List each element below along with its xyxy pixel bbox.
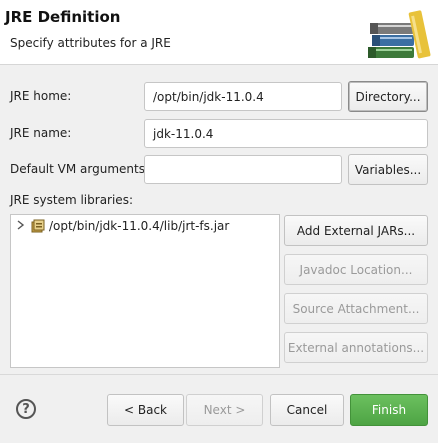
jre-name-label: JRE name: [10, 126, 72, 140]
jre-home-field[interactable]: /opt/bin/jdk-11.0.4 [144, 82, 342, 111]
directory-button[interactable]: Directory... [348, 81, 428, 112]
tree-item[interactable]: /opt/bin/jdk-11.0.4/lib/jrt-fs.jar [17, 219, 229, 233]
jre-books-icon [366, 9, 432, 61]
variables-button[interactable]: Variables... [348, 154, 428, 185]
footer-divider [0, 374, 438, 375]
external-annotations-button[interactable]: External annotations... [284, 332, 428, 363]
vm-arguments-label: Default VM arguments: [10, 162, 150, 176]
next-button[interactable]: Next > [186, 394, 263, 426]
cancel-button[interactable]: Cancel [270, 394, 344, 426]
help-icon[interactable]: ? [16, 399, 36, 419]
finish-button[interactable]: Finish [350, 394, 428, 426]
vm-arguments-field[interactable] [144, 155, 342, 184]
header-divider [0, 64, 438, 65]
source-attachment-button[interactable]: Source Attachment... [284, 293, 428, 324]
jre-home-label: JRE home: [10, 89, 72, 103]
system-libraries-label: JRE system libraries: [10, 193, 133, 207]
jre-name-field[interactable]: jdk-11.0.4 [144, 119, 428, 148]
libraries-tree[interactable]: /opt/bin/jdk-11.0.4/lib/jrt-fs.jar [10, 214, 280, 368]
add-external-jars-button[interactable]: Add External JARs... [284, 215, 428, 246]
tree-item-label: /opt/bin/jdk-11.0.4/lib/jrt-fs.jar [49, 219, 230, 233]
back-button[interactable]: < Back [107, 394, 184, 426]
expand-chevron-icon[interactable] [17, 219, 29, 233]
javadoc-location-button[interactable]: Javadoc Location... [284, 254, 428, 285]
jar-icon [31, 219, 45, 233]
page-subtitle: Specify attributes for a JRE [10, 36, 171, 50]
page-title: JRE Definition [5, 8, 121, 26]
